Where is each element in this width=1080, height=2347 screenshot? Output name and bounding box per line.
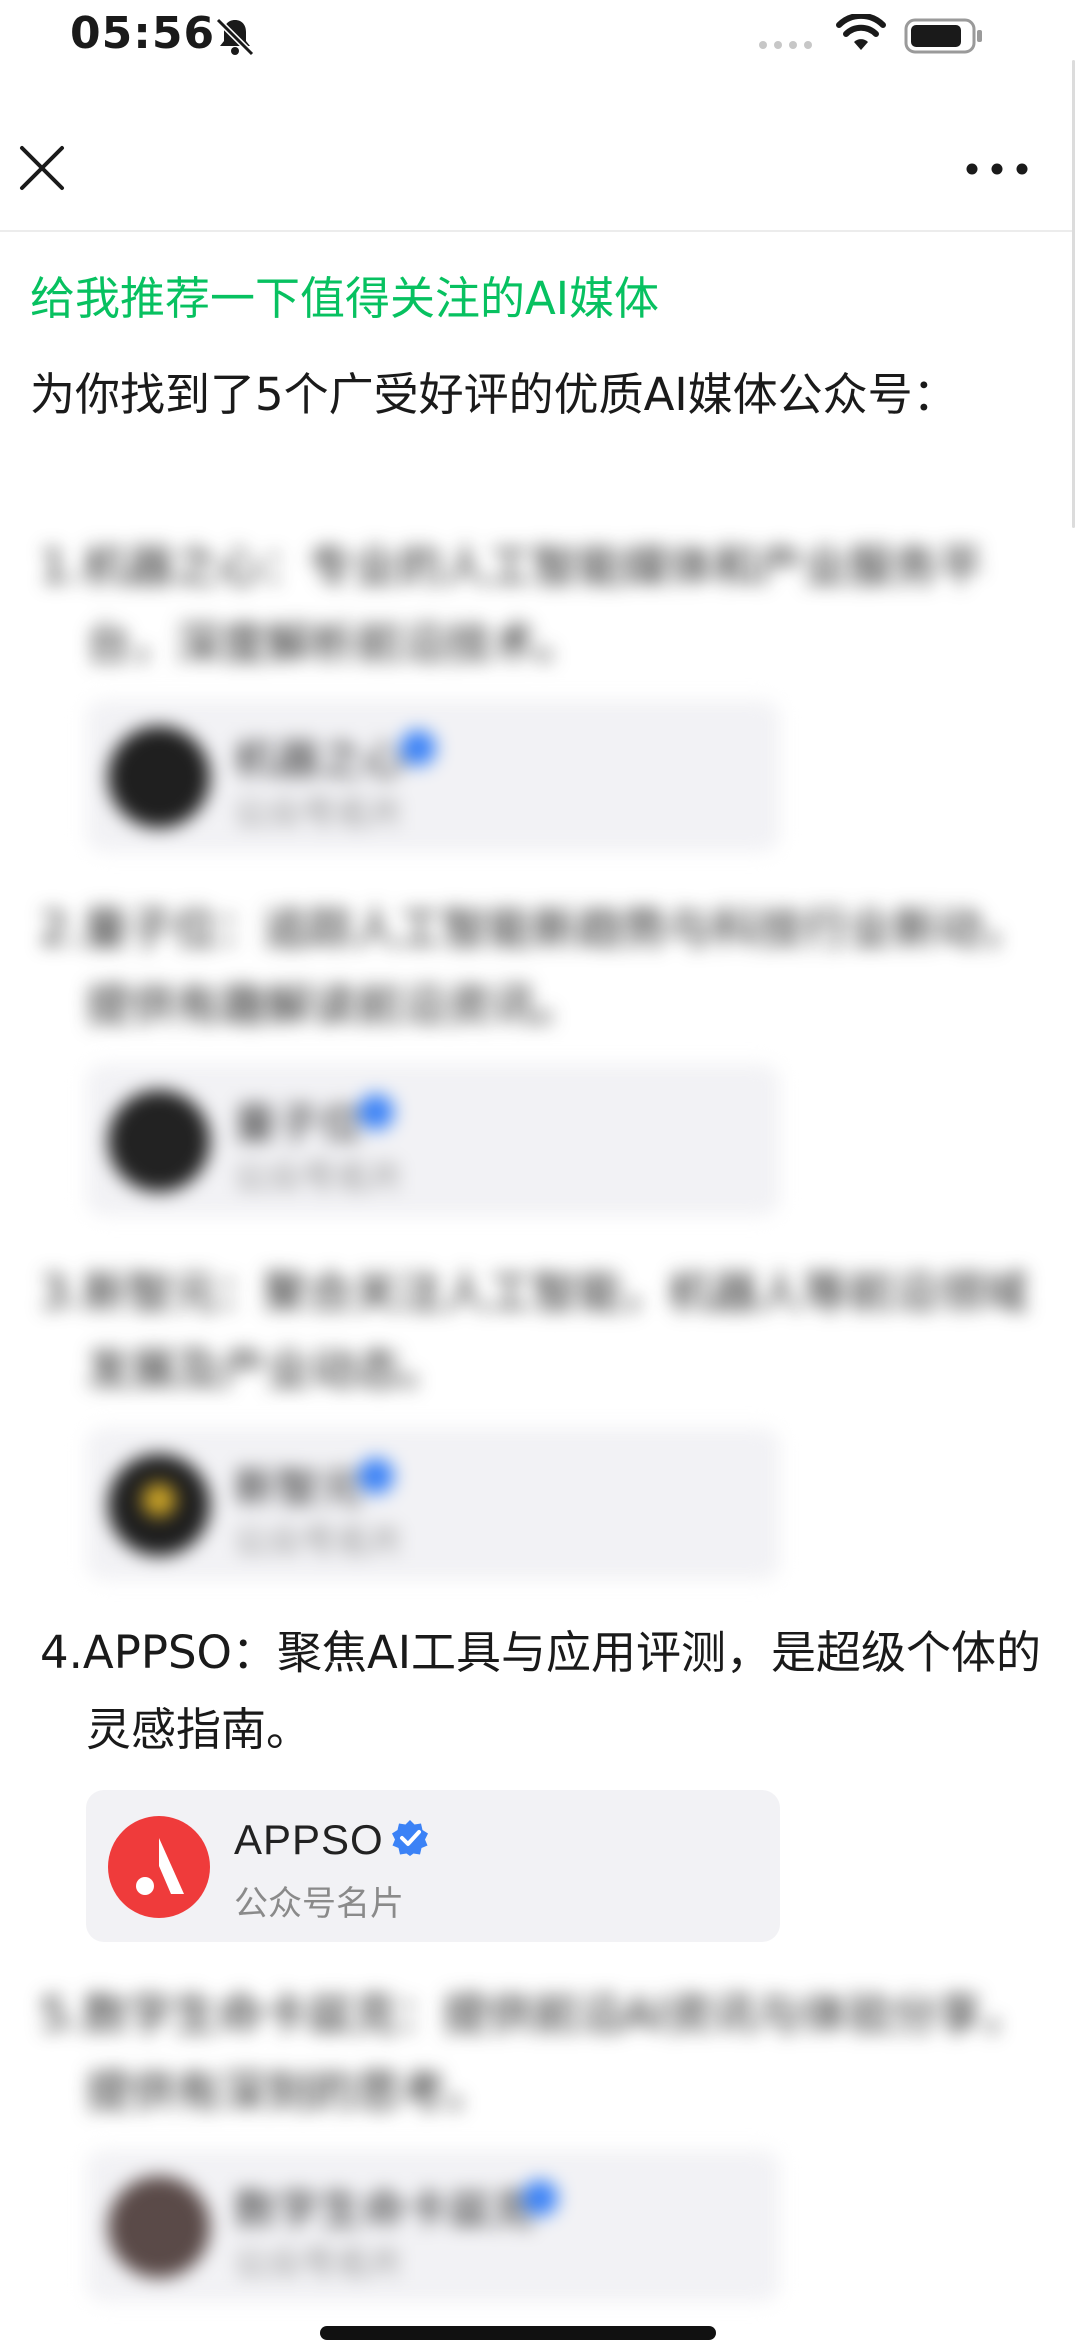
- answer-intro: 为你找到了5个广受好评的优质AI媒体公众号：: [30, 368, 958, 421]
- account-card[interactable]: 新智元 公众号名片: [86, 1428, 780, 1580]
- card-name: 机器之心: [234, 736, 407, 783]
- list-item: 4.APPSO：聚焦AI工具与应用评测，是超级个体的灵感指南。 APPSO 公众…: [40, 1614, 1041, 1942]
- avatar: [108, 2176, 210, 2278]
- appso-logo-icon: [136, 1838, 184, 1895]
- verified-icon: [400, 730, 436, 766]
- verified-icon: [392, 1820, 428, 1856]
- status-time: 05:56: [70, 8, 216, 59]
- scrollbar[interactable]: [1072, 60, 1075, 528]
- wifi-icon: [836, 14, 886, 50]
- nav-divider: [0, 230, 1072, 232]
- list-item-text: 5.数字生命卡兹克：提供前沿AI资讯与体验分享，提供有深刻的思考。: [40, 1988, 1027, 2118]
- avatar: [108, 1090, 210, 1192]
- list-item: 5.数字生命卡兹克：提供前沿AI资讯与体验分享，提供有深刻的思考。 数字生命卡兹…: [40, 1976, 1027, 2302]
- account-card[interactable]: 数字生命卡兹克 公众号名片: [86, 2150, 780, 2302]
- list-item: 1.机器之心：专业的人工智能媒体和产业服务平台，深度解析前沿技术。 机器之心 公…: [40, 528, 1000, 852]
- verified-icon: [358, 1094, 394, 1130]
- account-card[interactable]: 量子位 公众号名片: [86, 1064, 780, 1216]
- card-subtitle: 公众号名片: [234, 794, 404, 834]
- list-item-text: 3.新智元：聚合关注人工智能，机器人等前沿领域发展及产业动态。: [40, 1266, 1028, 1396]
- verified-icon: [358, 1458, 394, 1494]
- signal-icon: [759, 41, 812, 49]
- account-card[interactable]: 机器之心 公众号名片: [86, 700, 780, 852]
- home-indicator[interactable]: [320, 2326, 716, 2340]
- avatar: [108, 1816, 210, 1918]
- account-card-appso[interactable]: APPSO 公众号名片: [86, 1790, 780, 1942]
- list-item-text: 2.量子位：追踪人工智能新趋势与科技行业新动，提供有趣解读前沿资讯。: [40, 902, 1028, 1032]
- card-name: 数字生命卡兹克: [234, 2186, 536, 2233]
- list-item-text: 4.APPSO：聚焦AI工具与应用评测，是超级个体的灵感指南。: [40, 1626, 1042, 1756]
- nav-bar: [0, 120, 1080, 230]
- bell-slash-icon: [215, 17, 255, 57]
- card-subtitle: 公众号名片: [234, 1522, 404, 1562]
- verified-icon: [522, 2180, 558, 2216]
- avatar: [108, 1454, 210, 1556]
- card-name: APPSO: [234, 1816, 384, 1863]
- card-subtitle: 公众号名片: [234, 1884, 404, 1924]
- more-icon[interactable]: [962, 156, 1032, 182]
- close-icon[interactable]: [14, 140, 70, 196]
- card-name: 量子位: [234, 1100, 364, 1147]
- card-name: 新智元: [234, 1464, 364, 1511]
- user-question: 给我推荐一下值得关注的AI媒体: [30, 272, 660, 325]
- list-item: 2.量子位：追踪人工智能新趋势与科技行业新动，提供有趣解读前沿资讯。 量子位 公…: [40, 890, 1028, 1216]
- status-bar: 05:56: [0, 0, 1080, 80]
- battery-icon: [904, 18, 982, 54]
- card-subtitle: 公众号名片: [234, 2244, 404, 2284]
- list-item-text: 1.机器之心：专业的人工智能媒体和产业服务平台，深度解析前沿技术。: [40, 540, 983, 670]
- avatar: [108, 726, 210, 828]
- card-subtitle: 公众号名片: [234, 1158, 404, 1198]
- list-item: 3.新智元：聚合关注人工智能，机器人等前沿领域发展及产业动态。 新智元 公众号名…: [40, 1254, 1028, 1580]
